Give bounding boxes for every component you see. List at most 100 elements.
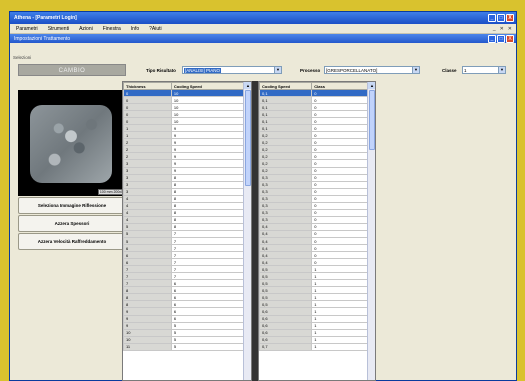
table-row[interactable]: 0,1 0 xyxy=(259,103,375,112)
table-cell[interactable]: 5 xyxy=(123,229,172,238)
child-maximize-button[interactable]: □ xyxy=(497,34,505,43)
table-cell[interactable]: 0 xyxy=(123,103,172,112)
table-cell[interactable]: 1 xyxy=(311,300,375,309)
table-cell[interactable]: 6 xyxy=(170,307,251,316)
table-cell[interactable]: 0,5 xyxy=(259,265,313,274)
table-cell[interactable]: 7 xyxy=(170,244,251,253)
table-row[interactable]: 0,3 0 xyxy=(259,215,375,224)
table-cell[interactable]: 8 xyxy=(170,173,251,182)
menu-item-finestra[interactable]: Finestra xyxy=(103,26,121,32)
table-cell[interactable]: 0 xyxy=(311,258,375,267)
table-row[interactable]: 48 xyxy=(123,194,251,203)
table-row[interactable]: 48 xyxy=(123,215,251,224)
table-cell[interactable]: 0,3 xyxy=(259,208,313,217)
table-cell[interactable]: 0 xyxy=(311,173,375,182)
table-row[interactable]: 48 xyxy=(123,208,251,217)
tipo-risultato-select[interactable]: [ANALISI] PIANO ▼ xyxy=(182,66,282,74)
table-cell[interactable]: 0 xyxy=(311,229,375,238)
mdi-restore-button[interactable]: ✕ xyxy=(500,26,504,32)
table-cell[interactable]: 9 xyxy=(123,321,172,330)
table-cell[interactable]: 0,1 xyxy=(259,88,313,98)
table-cell[interactable]: 10 xyxy=(170,117,251,126)
table-row[interactable]: 0,4 0 xyxy=(259,258,375,267)
table-row[interactable]: 0,3 0 xyxy=(259,201,375,210)
table-cell[interactable]: 0,4 xyxy=(259,236,313,246)
table-cell[interactable]: 11 xyxy=(123,342,172,351)
table-cell[interactable]: 7 xyxy=(170,251,251,260)
thickness-grid[interactable]: Thickness Cooling Speed 0 10 0 10 0 10 0 10 0 10 1… xyxy=(122,81,252,381)
table-row[interactable]: 76 xyxy=(123,279,251,288)
table-cell[interactable]: 3 xyxy=(123,173,172,182)
table-cell[interactable]: 0,4 xyxy=(259,229,313,238)
table-cell[interactable]: 9 xyxy=(123,314,172,323)
tile-image-preview[interactable]: 100 mm 200x0 xyxy=(18,90,126,196)
table-row[interactable]: 0,5 1 xyxy=(259,293,375,302)
table-cell[interactable]: 0,4 xyxy=(259,251,313,260)
table-row[interactable]: 0 10 xyxy=(123,110,251,119)
table-row[interactable]: 0,5 1 xyxy=(259,265,375,274)
table-cell[interactable]: 0,5 xyxy=(259,279,313,288)
table-row[interactable]: 0,5 1 xyxy=(259,279,375,288)
table-cell[interactable]: 5 xyxy=(123,236,172,246)
table-row[interactable]: 0,6 1 xyxy=(259,328,375,337)
table-cell[interactable]: 1 xyxy=(311,314,375,323)
table-cell[interactable]: 0 xyxy=(311,251,375,260)
table-row[interactable]: 77 xyxy=(123,272,251,281)
table-row[interactable]: 39 xyxy=(123,159,251,168)
table-row[interactable]: 38 xyxy=(123,180,251,189)
column-header-cooling-speed[interactable]: Cooling Speed xyxy=(170,82,251,90)
chevron-down-icon[interactable]: ▼ xyxy=(412,67,419,73)
table-cell[interactable]: 3 xyxy=(123,180,172,189)
column-header-cooling-speed[interactable]: Cooling Speed xyxy=(259,82,313,90)
table-cell[interactable]: 9 xyxy=(170,152,251,161)
table-row[interactable]: 0,4 0 xyxy=(259,236,375,246)
table-row[interactable]: 11 5 xyxy=(123,342,251,351)
table-row[interactable]: 77 xyxy=(123,265,251,274)
table-row[interactable]: 39 xyxy=(123,166,251,175)
table-cell[interactable]: 0 xyxy=(311,138,375,147)
table-row[interactable]: 0,4 0 xyxy=(259,244,375,253)
table-row[interactable]: 0,2 0 xyxy=(259,166,375,175)
table-cell[interactable]: 0,4 xyxy=(259,244,313,253)
grid2-scroll-thumb[interactable] xyxy=(369,90,375,150)
table-row[interactable]: 0,4 0 xyxy=(259,222,375,231)
menu-item-info[interactable]: Info xyxy=(131,26,139,32)
table-cell[interactable]: 5 xyxy=(170,321,251,330)
table-cell[interactable]: 9 xyxy=(170,131,251,140)
table-cell[interactable]: 0,6 xyxy=(259,314,313,323)
table-cell[interactable]: 0 xyxy=(311,110,375,119)
table-cell[interactable]: 1 xyxy=(311,342,375,351)
table-row[interactable]: 86 xyxy=(123,293,251,302)
table-cell[interactable]: 0,2 xyxy=(259,145,313,154)
table-row[interactable]: 0,4 0 xyxy=(259,229,375,238)
table-row[interactable]: 29 xyxy=(123,152,251,161)
table-cell[interactable]: 4 xyxy=(123,201,172,210)
table-row[interactable]: 57 xyxy=(123,229,251,238)
menu-item-aiuti[interactable]: ?Aiuti xyxy=(149,26,162,32)
table-row[interactable]: 48 xyxy=(123,201,251,210)
table-row[interactable]: 0,5 1 xyxy=(259,286,375,295)
table-cell[interactable]: 0,4 xyxy=(259,258,313,267)
table-row[interactable]: 0,5 1 xyxy=(259,272,375,281)
table-cell[interactable]: 1 xyxy=(311,286,375,295)
table-cell[interactable]: 0 xyxy=(311,236,375,246)
table-cell[interactable]: 0,1 xyxy=(259,124,313,133)
close-button[interactable]: X xyxy=(506,14,514,22)
table-cell[interactable]: 0,5 xyxy=(259,272,313,281)
table-row[interactable]: 96 xyxy=(123,307,251,316)
table-cell[interactable]: 0 xyxy=(311,215,375,224)
table-cell[interactable]: 7 xyxy=(170,236,251,246)
mdi-close-button[interactable]: ✕ xyxy=(508,26,512,32)
table-cell[interactable]: 0 xyxy=(311,194,375,203)
table-cell[interactable]: 4 xyxy=(123,208,172,217)
table-cell[interactable]: 0,3 xyxy=(259,173,313,182)
table-cell[interactable]: 0 xyxy=(311,103,375,112)
table-cell[interactable]: 8 xyxy=(170,208,251,217)
table-cell[interactable]: 9 xyxy=(170,159,251,168)
table-cell[interactable]: 0,1 xyxy=(259,117,313,126)
table-row[interactable]: 29 xyxy=(123,138,251,147)
table-cell[interactable]: 1 xyxy=(311,321,375,330)
cambio-button[interactable]: CAMBIO xyxy=(18,64,126,76)
table-cell[interactable]: 0 xyxy=(311,244,375,253)
table-row[interactable]: 0,6 1 xyxy=(259,335,375,344)
